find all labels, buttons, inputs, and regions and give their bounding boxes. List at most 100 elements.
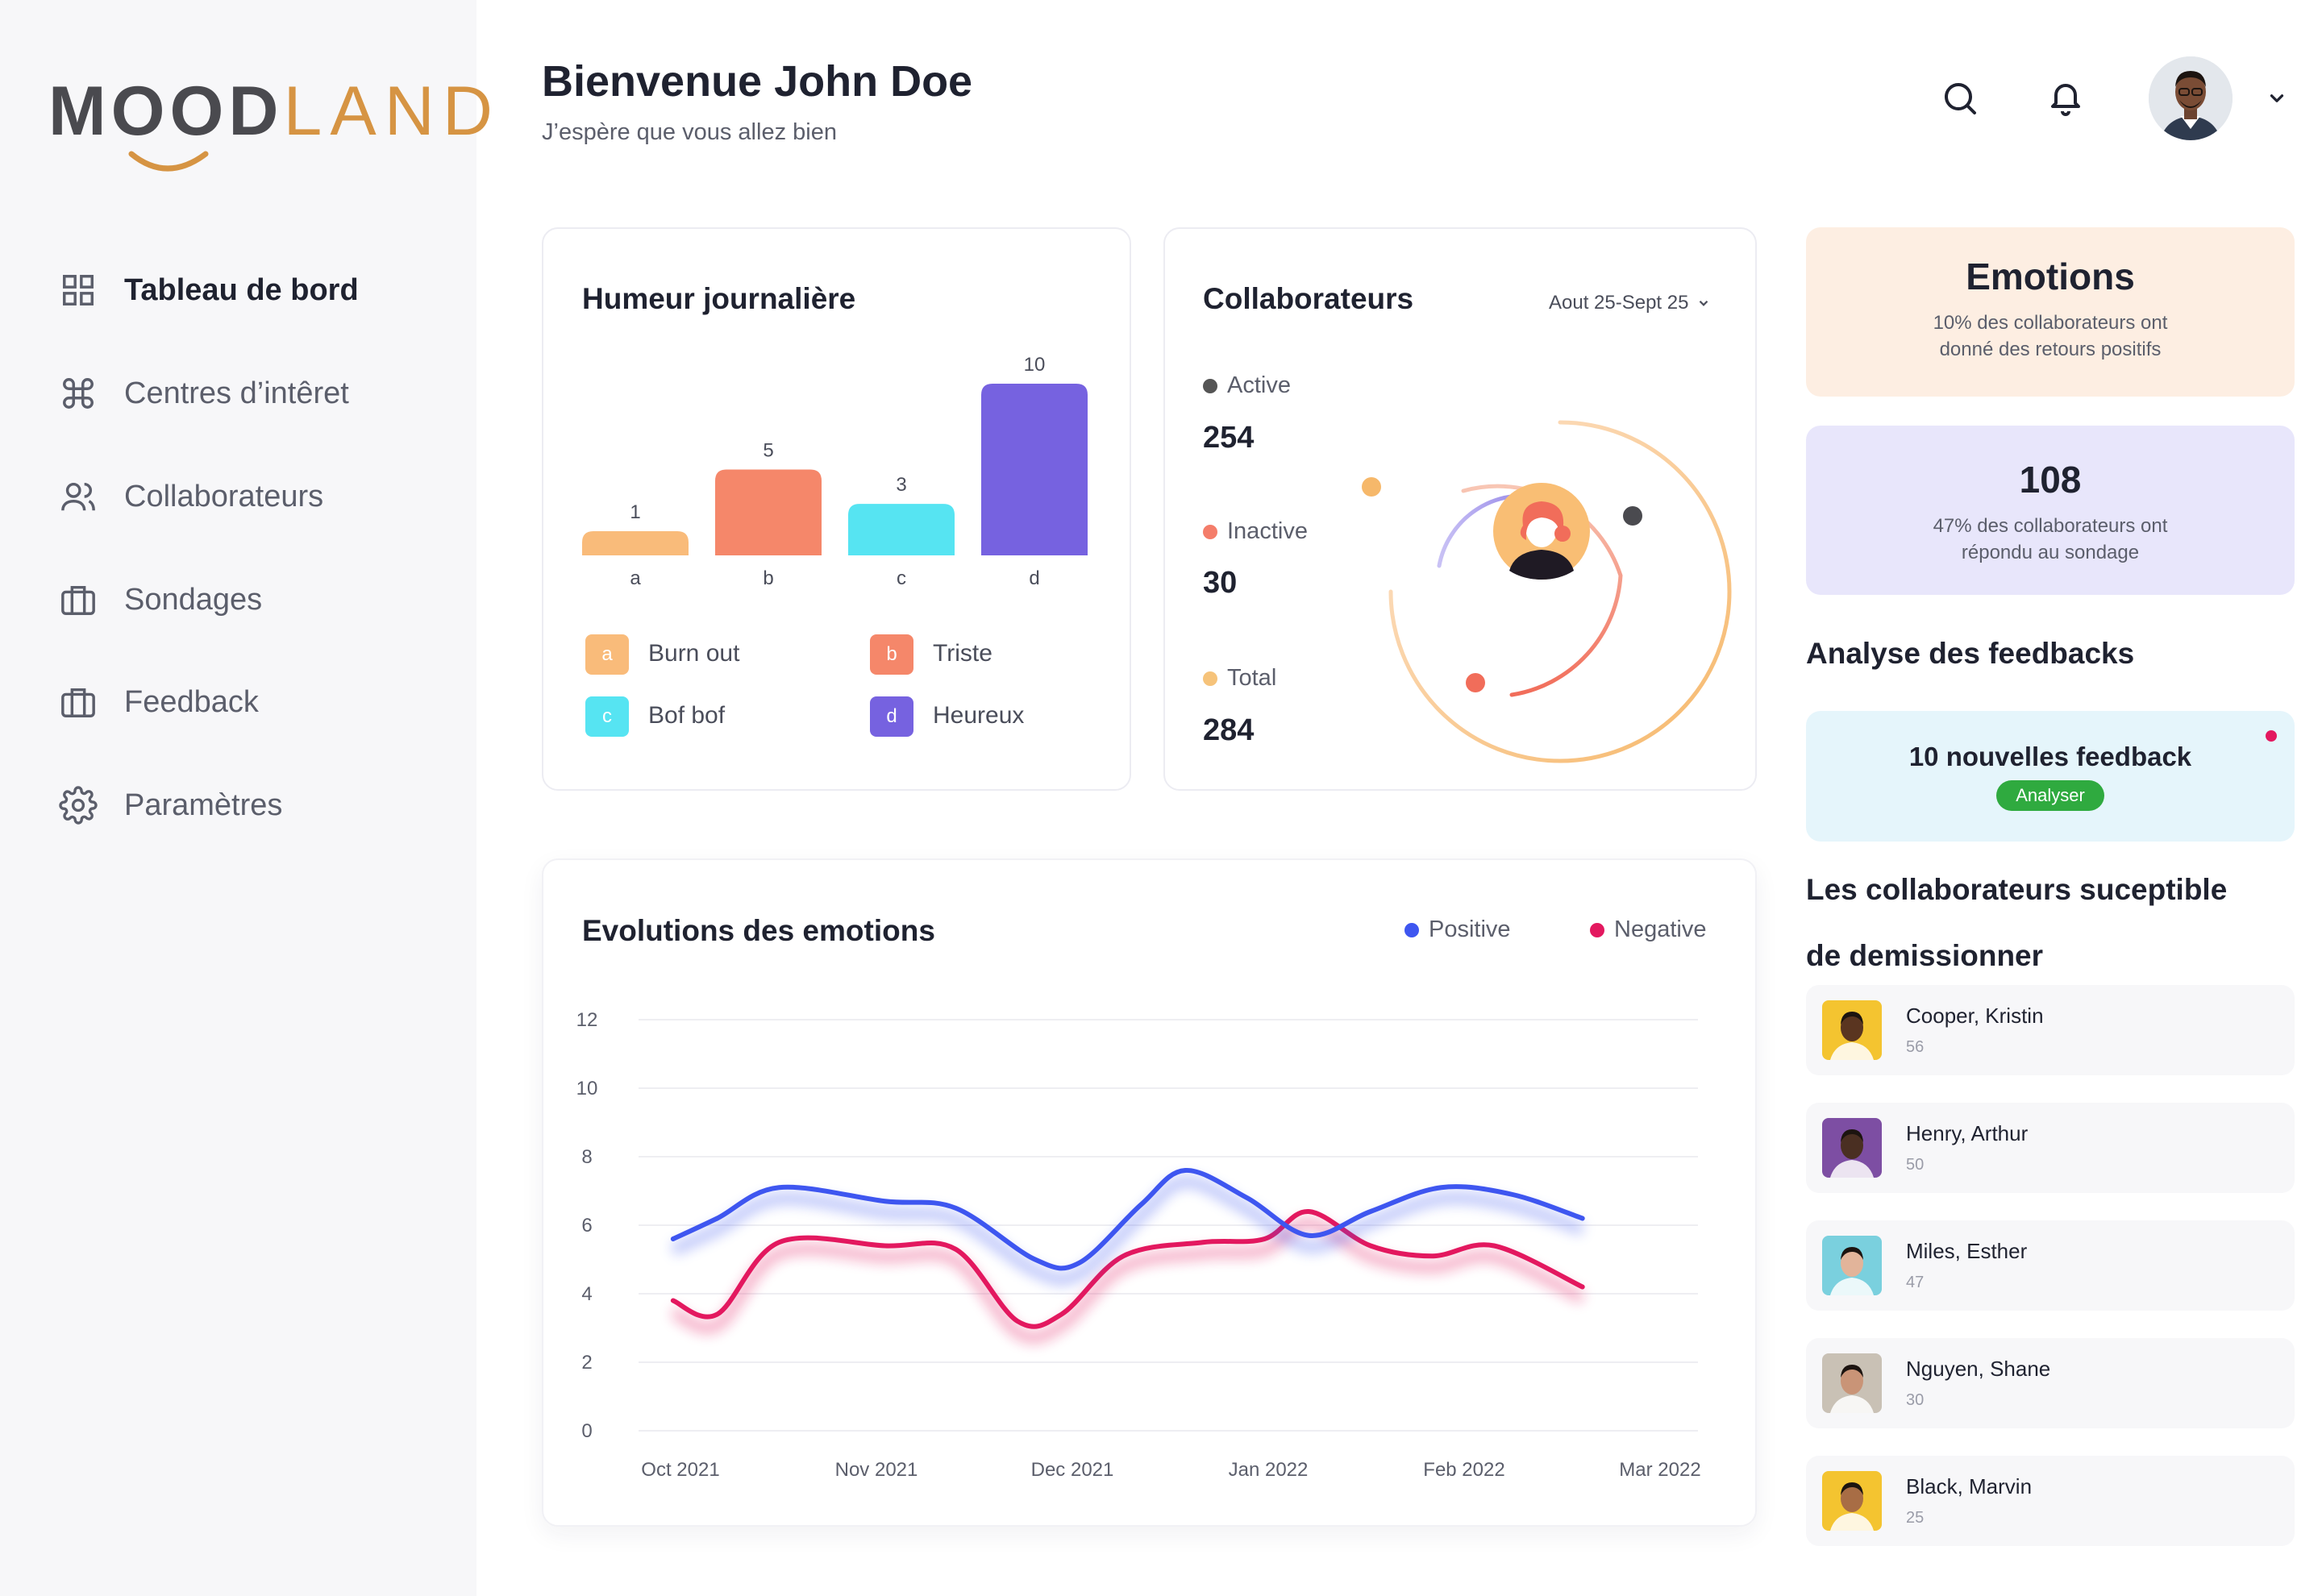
collaborator-row[interactable]: Black, Marvin 25 (1806, 1456, 2295, 1546)
logo-text-land: LAND (283, 73, 501, 150)
bar-category-label: c (897, 567, 906, 589)
person-avatar-icon (1493, 483, 1590, 580)
command-icon (56, 372, 100, 415)
sidebar: MOODLAND Tableau de bord Centres d’intêr… (0, 0, 493, 1596)
briefcase-icon (56, 680, 100, 724)
legend-label-bofbof: Bof bof (648, 702, 726, 729)
smile-icon (128, 151, 209, 172)
bar-category-label: b (763, 567, 773, 589)
x-tick-label: Jan 2022 (1229, 1459, 1309, 1481)
x-tick-label: Dec 2021 (1031, 1459, 1114, 1481)
sidebar-item-label: Collaborateurs (124, 479, 324, 513)
y-tick-label: 6 (581, 1215, 592, 1236)
collaborator-score: 25 (1906, 1509, 1925, 1527)
collaborator-row[interactable]: Miles, Esther 47 (1806, 1220, 2295, 1311)
legend-badge-b: b (870, 634, 913, 675)
sidebar-item-label: Paramètres (124, 788, 283, 822)
notification-dot (2266, 730, 2277, 742)
avatar[interactable] (2149, 56, 2233, 140)
bell-icon[interactable] (2041, 73, 2090, 121)
sondage-card[interactable]: 108 47% des collaborateurs ont répondu a… (1806, 426, 2295, 595)
bar-category-label: a (630, 567, 641, 589)
inactive-dot (1203, 524, 1217, 539)
period-selector[interactable]: Aout 25-Sept 25 (1549, 292, 1711, 314)
y-tick-label: 2 (581, 1352, 592, 1374)
sidebar-item-sondages[interactable]: Sondages (56, 571, 452, 628)
collaborator-photo (1822, 1471, 1882, 1531)
y-tick-label: 4 (581, 1283, 592, 1305)
humeur-bar-chart: 1 a 5 b 3 c 10 d (582, 354, 1088, 589)
sondage-count: 108 (2019, 459, 2082, 501)
collaborator-photo (1822, 1353, 1882, 1413)
orbit-dot-inactive (1466, 673, 1485, 692)
stat-label-text: Total (1227, 665, 1277, 691)
legend-label-heureux: Heureux (933, 702, 1025, 729)
stat-active-value: 254 (1203, 421, 1255, 455)
feedback-section-title: Analyse des feedbacks (1806, 637, 2135, 670)
sidebar-item-label: Tableau de bord (124, 272, 359, 307)
collaborator-score: 30 (1906, 1391, 1925, 1409)
bar-d[interactable] (981, 384, 1088, 555)
sidebar-item-centres-interet[interactable]: Centres d’intêret (56, 365, 452, 422)
bar-value-label: 1 (630, 501, 640, 523)
logo-text-mood: MOOD (48, 73, 284, 150)
bar-a[interactable] (582, 531, 689, 555)
collaborator-row[interactable]: Nguyen, Shane 30 (1806, 1338, 2295, 1428)
page-subtitle: J’espère que vous allez bien (542, 119, 837, 145)
chevron-down-icon[interactable] (2253, 74, 2301, 123)
collaborateurs-card: Collaborateurs Aout 25-Sept 25 Active 25… (1163, 227, 1757, 791)
sidebar-item-parametres[interactable]: Paramètres (56, 777, 452, 833)
bar-value-label: 10 (1024, 354, 1046, 376)
y-tick-label: 12 (576, 1009, 598, 1031)
collaborator-score: 56 (1906, 1038, 1925, 1056)
legend-badge-c: c (585, 696, 629, 737)
orbit-dot-total (1362, 477, 1381, 497)
sidebar-item-label: Feedback (124, 684, 259, 719)
risk-title-line1: Les collaborateurs suceptible (1806, 873, 2228, 906)
chevron-down-icon (1700, 300, 1708, 306)
briefcase-icon (56, 578, 100, 621)
analyser-button[interactable]: Analyser (1996, 780, 2104, 811)
sidebar-item-label: Sondages (124, 582, 263, 617)
collaborator-row[interactable]: Cooper, Kristin 56 (1806, 985, 2295, 1075)
stat-active-label: Active (1203, 372, 1291, 399)
y-tick-label: 0 (581, 1420, 592, 1442)
stat-total-value: 284 (1203, 713, 1255, 747)
emotions-title: Emotions (1966, 256, 2135, 297)
collaborator-name: Black, Marvin (1906, 1474, 2033, 1498)
sidebar-item-tableau-de-bord[interactable]: Tableau de bord (56, 262, 452, 318)
x-tick-label: Oct 2021 (641, 1459, 719, 1481)
new-feedback-card[interactable]: 10 nouvelles feedback Analyser (1806, 711, 2295, 842)
x-tick-label: Mar 2022 (1619, 1459, 1700, 1481)
active-dot (1203, 378, 1217, 393)
grid-icon (56, 268, 100, 312)
evolution-card: Evolutions des emotions Positive Negativ… (542, 858, 1757, 1527)
collaborateurs-orbit-chart (1362, 420, 1732, 763)
risk-title-line2: de demissionner (1806, 939, 2044, 972)
stat-label-text: Inactive (1227, 518, 1308, 544)
collaborator-photo (1822, 1000, 1882, 1060)
gear-icon (56, 783, 100, 827)
emotions-line1: 10% des collaborateurs ont (1933, 312, 2168, 334)
collaborator-photo (1822, 1236, 1882, 1295)
orbit-dot-active (1623, 506, 1642, 526)
collaborator-name: Nguyen, Shane (1906, 1357, 2051, 1381)
stat-inactive-value: 30 (1203, 566, 1238, 600)
new-feedback-title: 10 nouvelles feedback (1908, 742, 2192, 771)
humeur-card: Humeur journalière 1 a 5 b 3 c 10 d a Burn out … (542, 227, 1131, 791)
collaborator-row[interactable]: Henry, Arthur 50 (1806, 1103, 2295, 1193)
sidebar-item-feedback[interactable]: Feedback (56, 674, 452, 730)
page-title: Bienvenue John Doe (542, 57, 973, 106)
emotions-card[interactable]: Emotions 10% des collaborateurs ont donn… (1806, 227, 2295, 397)
moodland-logo[interactable]: MOODLAND (48, 77, 493, 189)
sidebar-item-collaborateurs[interactable]: Collaborateurs (56, 468, 452, 525)
collaborator-photo (1822, 1118, 1882, 1178)
legend-label-triste: Triste (933, 640, 992, 667)
search-icon[interactable] (1936, 74, 1984, 123)
collaborator-score: 47 (1906, 1274, 1925, 1291)
sidebar-item-label: Centres d’intêret (124, 376, 349, 410)
total-dot (1203, 671, 1217, 686)
period-label: Aout 25-Sept 25 (1549, 292, 1689, 314)
bar-c[interactable] (848, 504, 955, 555)
bar-b[interactable] (715, 469, 822, 556)
